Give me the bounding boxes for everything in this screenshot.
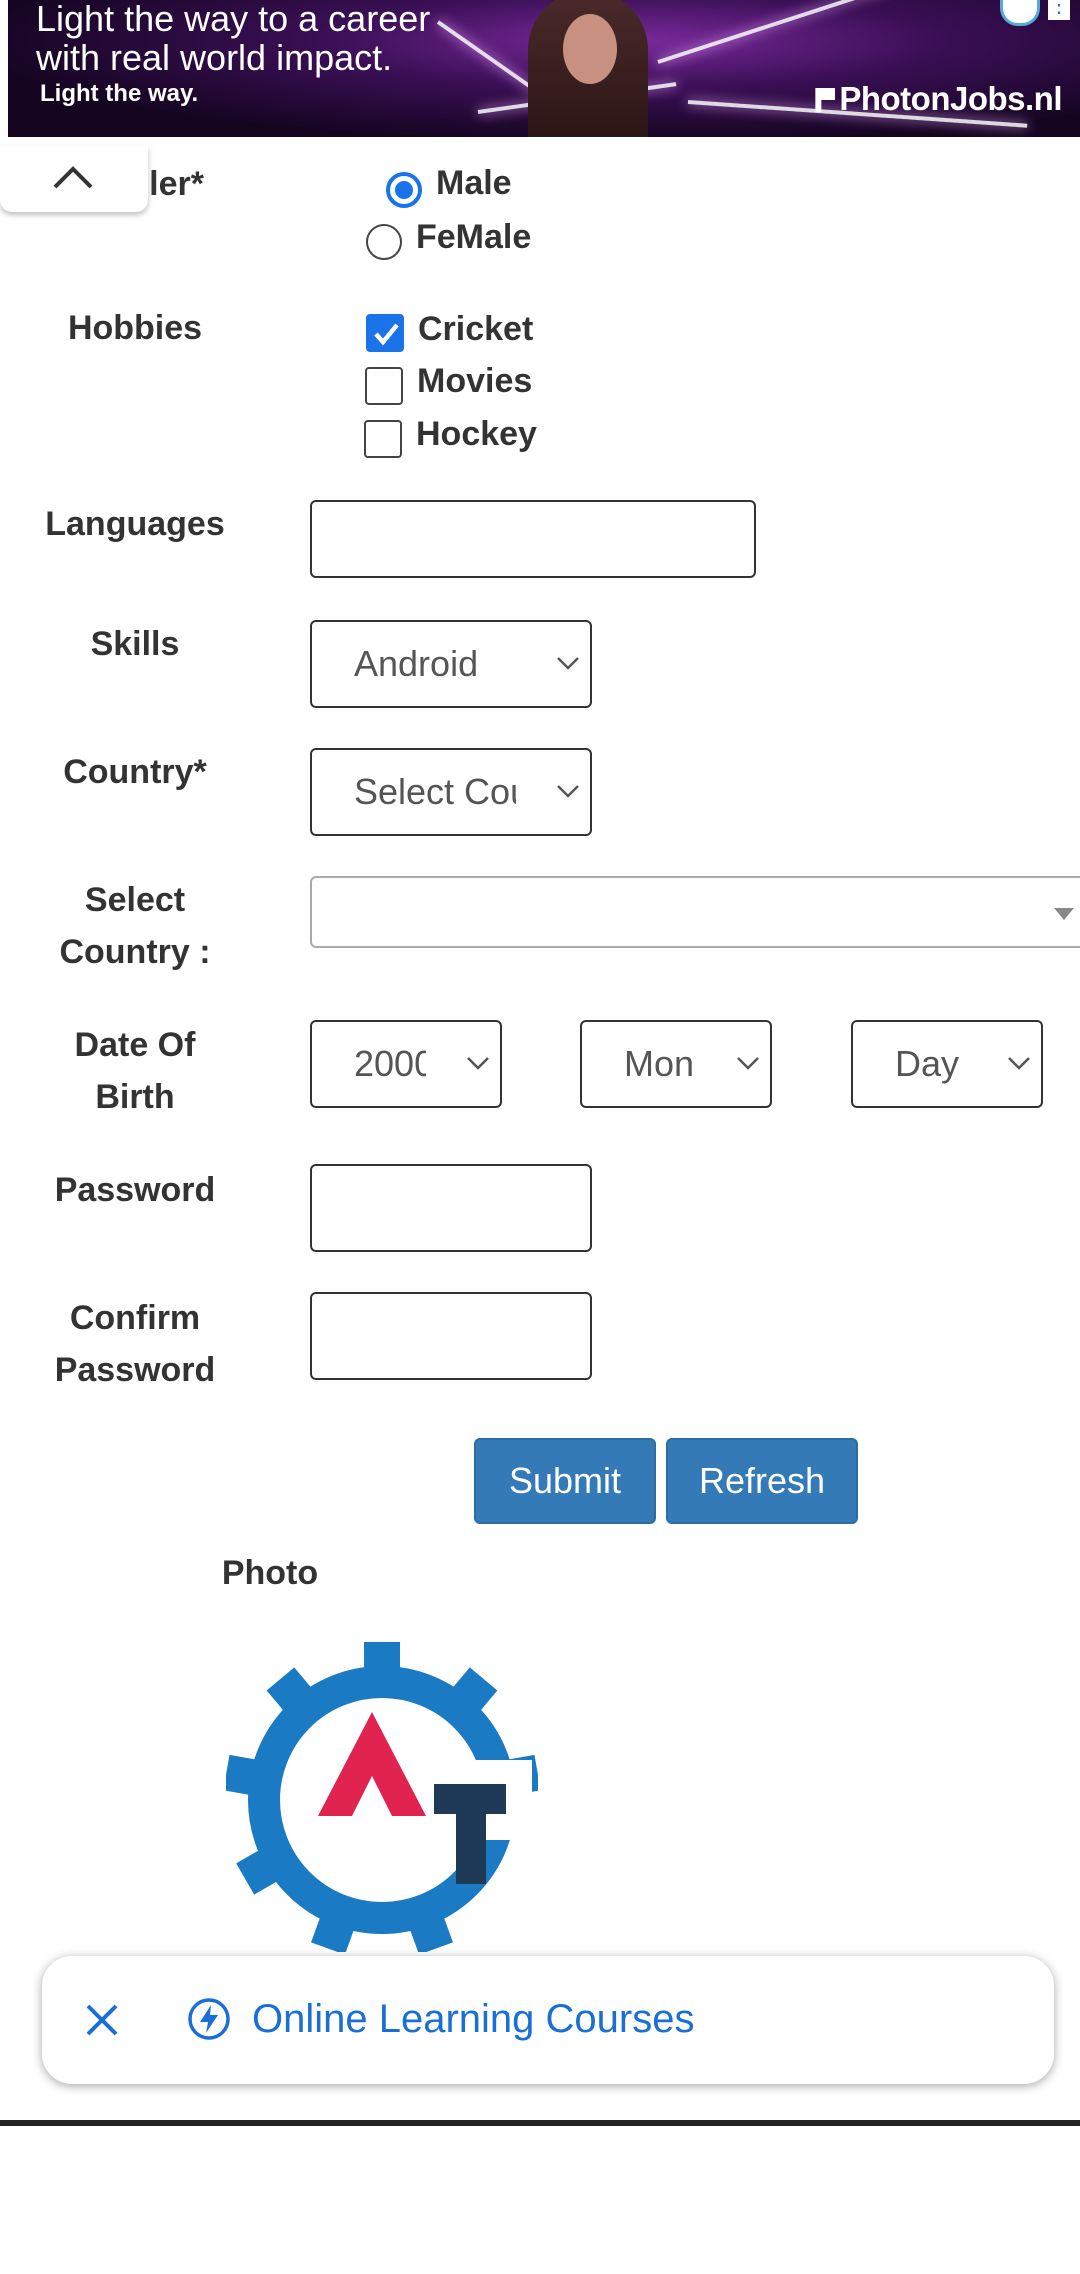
dob-day-select[interactable]: Day: [851, 1020, 1043, 1108]
password-input[interactable]: [310, 1164, 592, 1252]
ad-info-icon[interactable]: [1000, 0, 1040, 26]
hobby-cricket-label: Cricket: [418, 310, 534, 348]
caret-down-icon: [1054, 908, 1074, 920]
chevron-down-icon: [467, 1057, 489, 1070]
dob-day-selected: Day: [895, 1043, 960, 1084]
chevron-down-icon: [557, 785, 579, 798]
dob-label-line2: Birth: [95, 1078, 175, 1116]
dob-month-select[interactable]: Mon: [580, 1020, 772, 1108]
select-country-label-line1: Select: [84, 881, 186, 919]
chevron-down-icon: [557, 657, 579, 670]
confirm-password-label-line2: Password: [54, 1351, 216, 1389]
dob-year-selected: 2000: [354, 1043, 426, 1084]
chevron-down-icon: [1008, 1057, 1030, 1070]
confirm-password-input[interactable]: [310, 1292, 592, 1380]
country-label: Country*: [63, 753, 207, 791]
ad-banner[interactable]: Light the way to a career with real worl…: [8, 0, 1080, 137]
gender-female-label: FeMale: [416, 218, 532, 256]
submit-button[interactable]: Submit: [474, 1438, 656, 1524]
gender-male-label: Male: [436, 164, 512, 202]
divider: [0, 2120, 1080, 2126]
dob-year-select[interactable]: 2000: [310, 1020, 502, 1108]
hobby-cricket-checkbox[interactable]: [366, 314, 404, 352]
ad-headline-line2: with real world impact.: [36, 37, 393, 78]
gender-female-radio[interactable]: [366, 224, 402, 260]
gender-male-radio[interactable]: [386, 172, 422, 208]
brand-logo-icon: [815, 88, 836, 112]
country-selected: Select Cou: [354, 771, 516, 812]
ad-tagline: Light the way.: [40, 80, 199, 107]
ad-menu-icon[interactable]: ⋮: [1048, 0, 1070, 20]
hobby-movies-label: Movies: [417, 362, 533, 400]
hobby-hockey-checkbox[interactable]: [364, 420, 402, 458]
select-country-label: Select Country :: [0, 874, 270, 978]
bottom-toast: Online Learning Courses: [42, 1956, 1054, 2084]
dob-label: Date Of Birth: [0, 1019, 270, 1123]
dob-month-selected: Mon: [624, 1043, 695, 1084]
refresh-button[interactable]: Refresh: [666, 1438, 858, 1524]
confirm-password-label: Confirm Password: [0, 1292, 270, 1396]
chevron-down-icon: [737, 1057, 759, 1070]
skills-select[interactable]: Android: [310, 620, 592, 708]
ad-headline-line1: Light the way to a career: [36, 0, 431, 39]
ad-brand[interactable]: PhotonJobs.nl: [815, 80, 1062, 118]
dob-label-line1: Date Of: [74, 1026, 196, 1064]
close-icon[interactable]: [82, 2000, 122, 2040]
skills-selected: Android: [354, 643, 479, 684]
hobby-movies-checkbox[interactable]: [365, 367, 403, 405]
confirm-password-label-line1: Confirm: [69, 1299, 201, 1337]
select-country-label-line2: Country :: [59, 933, 211, 971]
hobby-hockey-label: Hockey: [416, 415, 537, 453]
skills-label: Skills: [90, 625, 180, 663]
languages-input[interactable]: [310, 500, 756, 578]
select-country-dropdown[interactable]: [310, 876, 1080, 948]
checkmark-icon: [374, 323, 399, 346]
photo-label: Photo: [221, 1554, 319, 1592]
hobbies-label: Hobbies: [67, 309, 203, 347]
online-learning-courses-link[interactable]: Online Learning Courses: [252, 1992, 694, 2046]
password-label: Password: [54, 1171, 216, 1209]
ad-person-face: [563, 14, 617, 84]
ad-brand-text: PhotonJobs.nl: [839, 80, 1062, 117]
lightning-bolt-icon: [188, 1998, 230, 2040]
gender-label: ler*: [149, 165, 204, 203]
at-logo-image: [226, 1642, 538, 1952]
ad-light-beam: [657, 0, 906, 64]
languages-label: Languages: [45, 505, 225, 543]
country-select[interactable]: Select Cou: [310, 748, 592, 836]
